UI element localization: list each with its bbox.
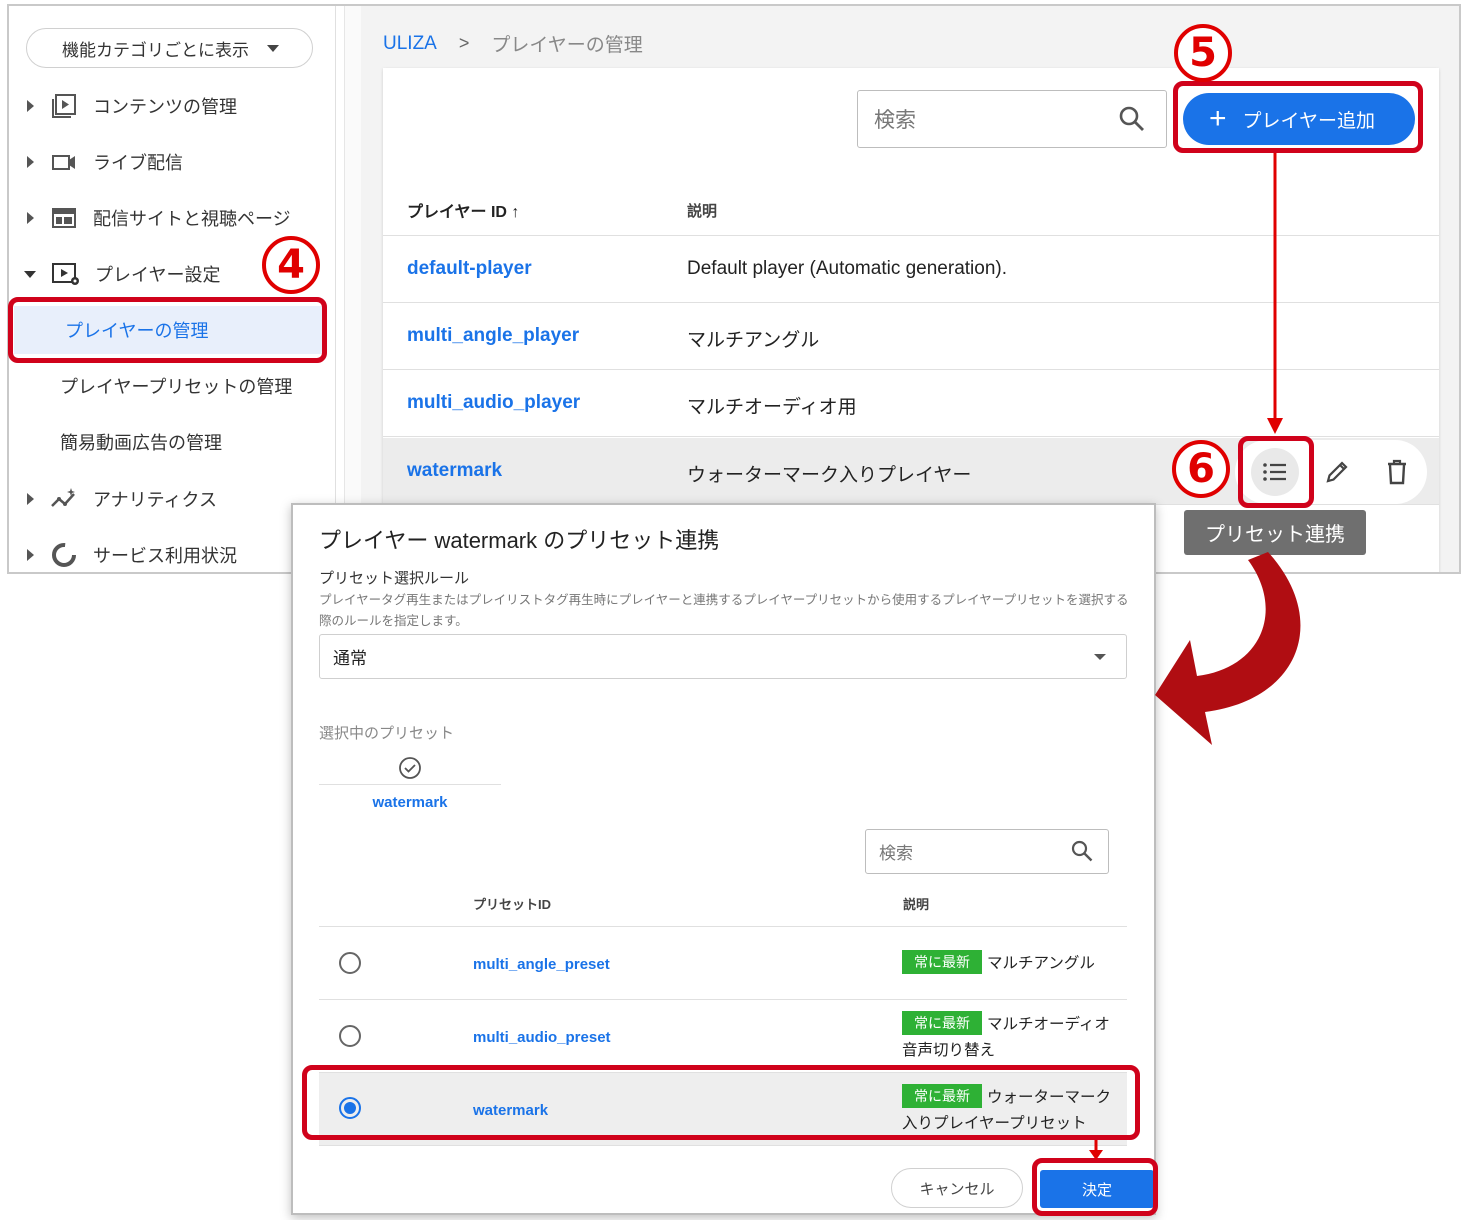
table-header: プレイヤー ID ↑ 説明 xyxy=(383,178,1439,236)
column-header-preset-id: プリセットID xyxy=(473,897,552,912)
check-circle-icon xyxy=(399,757,421,779)
video-library-icon xyxy=(49,92,79,120)
breadcrumb: ULIZA > プレイヤーの管理 xyxy=(383,30,643,57)
player-id-link[interactable]: multi_angle_player xyxy=(407,325,579,347)
column-header-description: 説明 xyxy=(687,203,718,220)
sub-item-player-presets[interactable]: プレイヤープリセットの管理 xyxy=(9,362,329,410)
rule-section-title: プリセット選択ルール xyxy=(319,570,470,587)
sub-item-video-ads[interactable]: 簡易動画広告の管理 xyxy=(9,418,329,466)
preset-id[interactable]: multi_audio_preset xyxy=(473,1029,611,1046)
table-row[interactable]: multi_angle_player マルチアングル xyxy=(383,303,1439,370)
expand-arrow-icon xyxy=(27,212,34,224)
nav-item-label: プレイヤー設定 xyxy=(95,265,221,285)
analytics-icon xyxy=(49,485,79,513)
search-placeholder: 検索 xyxy=(874,109,916,132)
step-4-marker: 4 xyxy=(262,236,320,294)
selected-preset-chip: watermark xyxy=(319,749,501,811)
nav-item-analytics[interactable]: アナリティクス xyxy=(9,475,329,523)
nav-item-label: ライブ配信 xyxy=(93,153,183,173)
caret-down-icon xyxy=(267,44,279,52)
search-icon xyxy=(1070,839,1094,868)
preset-description-text: マルチアングル xyxy=(987,955,1095,972)
chip-divider xyxy=(319,784,501,785)
annotation-box-watermark-row xyxy=(302,1065,1140,1140)
nav-item-label: アナリティクス xyxy=(93,490,218,510)
preset-description: 常に最新 マルチアングル xyxy=(902,950,1122,977)
latest-badge: 常に最新 xyxy=(902,950,982,974)
trash-icon xyxy=(1388,459,1406,485)
player-description: マルチアングル xyxy=(687,330,820,351)
videocam-icon xyxy=(49,148,79,176)
breadcrumb-current: プレイヤーの管理 xyxy=(491,35,643,56)
player-id-link[interactable]: default-player xyxy=(407,258,532,280)
selected-preset-name: watermark xyxy=(372,794,448,811)
collapse-arrow-icon xyxy=(24,270,36,278)
player-description: ウォーターマーク入りプレイヤー xyxy=(687,465,972,486)
step-5-marker: 5 xyxy=(1174,24,1232,82)
nav-item-contents[interactable]: コンテンツの管理 xyxy=(9,82,329,130)
player-settings-icon xyxy=(51,260,81,288)
preset-id[interactable]: multi_angle_preset xyxy=(473,956,610,973)
preset-search-placeholder: 検索 xyxy=(879,844,913,863)
expand-arrow-icon xyxy=(27,493,34,505)
player-id-link[interactable]: multi_audio_player xyxy=(407,392,580,414)
expand-arrow-icon xyxy=(27,549,34,561)
nav-item-label: 配信サイトと視聴ページ xyxy=(93,209,291,229)
rule-description: プレイヤータグ再生またはプレイリストタグ再生時にプレイヤーと連携するプレイヤープ… xyxy=(319,593,1129,628)
player-description: マルチオーディオ用 xyxy=(687,397,857,418)
player-id-link[interactable]: watermark xyxy=(407,460,502,482)
table-row[interactable]: multi_audio_player マルチオーディオ用 xyxy=(383,370,1439,437)
sidebar-scrollbar[interactable] xyxy=(344,6,362,572)
preset-radio[interactable] xyxy=(339,952,361,974)
preset-radio[interactable] xyxy=(339,1025,361,1047)
step-6-marker: 6 xyxy=(1172,440,1230,498)
nav-item-live[interactable]: ライブ配信 xyxy=(9,138,329,186)
column-header-player-id[interactable]: プレイヤー ID ↑ xyxy=(407,198,519,222)
column-header-description: 説明 xyxy=(903,897,930,912)
annotation-box-add-player xyxy=(1173,81,1423,153)
selected-preset-label: 選択中のプリセット xyxy=(319,725,455,742)
expand-arrow-icon xyxy=(27,100,34,112)
preset-row[interactable]: multi_audio_preset 常に最新 マルチオーディオ音声切り替え xyxy=(319,1000,1127,1073)
nav-item-label: サービス利用状況 xyxy=(93,546,237,566)
annotation-box-preset-link xyxy=(1238,436,1314,508)
rule-select-value: 通常 xyxy=(333,649,367,668)
rule-select[interactable]: 通常 xyxy=(319,634,1127,679)
search-icon xyxy=(1118,105,1146,139)
expand-arrow-icon xyxy=(27,156,34,168)
preset-row[interactable]: multi_angle_preset 常に最新 マルチアングル xyxy=(319,927,1127,1000)
web-layout-icon xyxy=(49,204,79,232)
caret-down-icon xyxy=(1094,654,1106,660)
annotation-box-confirm xyxy=(1032,1158,1158,1216)
cancel-button[interactable]: キャンセル xyxy=(891,1168,1023,1208)
preset-search-input[interactable]: 検索 xyxy=(865,829,1109,874)
search-input[interactable]: 検索 xyxy=(857,90,1167,148)
breadcrumb-separator: > xyxy=(458,33,470,53)
category-select[interactable]: 機能カテゴリごとに表示 xyxy=(26,28,313,68)
edit-button[interactable] xyxy=(1313,448,1361,496)
breadcrumb-root-link[interactable]: ULIZA xyxy=(383,33,437,55)
nav-item-usage[interactable]: サービス利用状況 xyxy=(9,531,329,572)
delete-button[interactable] xyxy=(1373,448,1421,496)
preset-link-tooltip: プリセット連携 xyxy=(1184,510,1366,555)
dialog-title: プレイヤー watermark のプリセット連携 xyxy=(319,528,720,553)
category-select-label: 機能カテゴリごとに表示 xyxy=(62,40,249,60)
nav-item-label: コンテンツの管理 xyxy=(93,97,237,117)
nav-item-sites[interactable]: 配信サイトと視聴ページ xyxy=(9,194,329,242)
table-row[interactable]: default-player Default player (Automatic… xyxy=(383,236,1439,303)
pencil-icon xyxy=(1326,461,1348,483)
latest-badge: 常に最新 xyxy=(902,1011,982,1035)
annotation-box-player-management xyxy=(8,297,327,363)
curved-arrow-icon xyxy=(1155,552,1301,745)
preset-description: 常に最新 マルチオーディオ音声切り替え xyxy=(902,1011,1122,1064)
preset-table-header: プリセットID 説明 xyxy=(319,885,1127,927)
donut-chart-icon xyxy=(49,541,79,569)
player-description: Default player (Automatic generation). xyxy=(687,258,1007,279)
